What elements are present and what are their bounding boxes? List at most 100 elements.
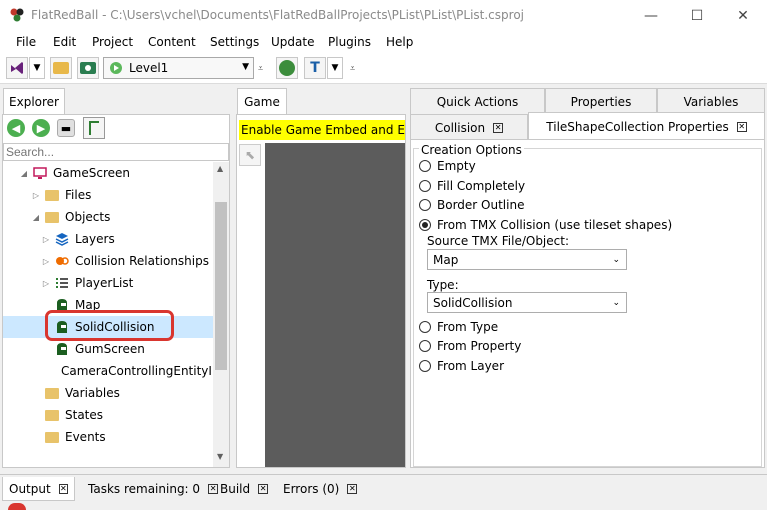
- tab-tileshapecollection-properties[interactable]: TileShapeCollection Properties ✕: [528, 112, 765, 140]
- tab-output[interactable]: Output ✕: [2, 477, 75, 501]
- play-icon: [110, 62, 122, 74]
- tree-item-collision-relationships[interactable]: ▷ Collision Relationships: [3, 250, 211, 272]
- radio-icon[interactable]: [419, 321, 431, 333]
- tree-item-events[interactable]: Events: [3, 426, 211, 448]
- menu-help[interactable]: Help: [386, 35, 413, 49]
- tab-collision[interactable]: Collision ✕: [410, 114, 528, 140]
- tree-item-gamescreen[interactable]: ◢ GameScreen: [3, 162, 211, 184]
- select-cursor-icon[interactable]: ⬉: [239, 144, 261, 166]
- collapse-icon[interactable]: ▬: [57, 119, 75, 137]
- tree-view-icon[interactable]: [83, 117, 105, 139]
- tab-errors[interactable]: Errors (0) ✕: [277, 477, 363, 501]
- tiled-icon[interactable]: T: [304, 57, 326, 79]
- folder-icon: [45, 212, 59, 223]
- type-dropdown[interactable]: SolidCollision ⌄: [427, 292, 627, 313]
- radio-selected-icon[interactable]: [419, 219, 431, 231]
- tree-item-variables[interactable]: Variables: [3, 382, 211, 404]
- tree-item-layers[interactable]: ▷ Layers: [3, 228, 211, 250]
- layers-icon: [55, 233, 69, 246]
- option-from-tmx-collision[interactable]: From TMX Collision (use tileset shapes): [419, 216, 672, 234]
- close-tab-icon[interactable]: ✕: [736, 121, 747, 132]
- scroll-up-icon[interactable]: ▲: [217, 164, 223, 173]
- option-label: Empty: [437, 159, 476, 173]
- tab-collision-label: Collision: [434, 120, 486, 135]
- tab-build[interactable]: Build ✕: [214, 477, 274, 501]
- minimize-button[interactable]: —: [628, 0, 674, 31]
- vs-dropdown-arrow-icon[interactable]: ▼: [29, 57, 45, 79]
- radio-icon[interactable]: [419, 360, 431, 372]
- tab-properties[interactable]: Properties: [545, 88, 657, 114]
- expanded-arrow-icon[interactable]: ◢: [19, 169, 29, 178]
- radio-icon[interactable]: [419, 340, 431, 352]
- tree-item-label: Layers: [75, 232, 115, 246]
- option-label: Fill Completely: [437, 179, 526, 193]
- toolbar-overflow-icon[interactable]: ⩡: [258, 64, 263, 74]
- tree-item-playerlist[interactable]: ▷ PlayerList: [3, 272, 211, 294]
- close-button[interactable]: ✕: [720, 0, 766, 31]
- menu-edit[interactable]: Edit: [53, 35, 76, 49]
- radio-icon[interactable]: [419, 160, 431, 172]
- tree-item-files[interactable]: ▷ Files: [3, 184, 211, 206]
- close-tab-icon[interactable]: ✕: [493, 122, 504, 133]
- tab-game[interactable]: Game: [237, 88, 287, 115]
- tree-item-cameracontrollingentity[interactable]: CameraControllingEntityIn: [3, 360, 211, 382]
- option-from-type[interactable]: From Type: [419, 318, 498, 336]
- game-viewport[interactable]: [265, 143, 405, 467]
- tree-item-gumscreen[interactable]: GumScreen: [3, 338, 211, 360]
- source-dropdown[interactable]: Map ⌄: [427, 249, 627, 270]
- menu-plugins[interactable]: Plugins: [328, 35, 371, 49]
- tiled-dropdown-arrow-icon[interactable]: ▼: [327, 57, 343, 79]
- tab-variables[interactable]: Variables: [657, 88, 765, 114]
- collapsed-arrow-icon[interactable]: ▷: [41, 235, 51, 244]
- open-folder-icon[interactable]: [50, 57, 72, 79]
- tree-item-label: Files: [65, 188, 92, 202]
- collapsed-arrow-icon[interactable]: ▷: [41, 257, 51, 266]
- close-tab-icon[interactable]: ✕: [347, 484, 358, 494]
- tab-tileshape-label: TileShapeCollection Properties: [546, 119, 729, 134]
- option-fill-completely[interactable]: Fill Completely: [419, 177, 525, 195]
- menu-file[interactable]: File: [16, 35, 36, 49]
- scrollbar-thumb[interactable]: [215, 202, 227, 370]
- option-from-property[interactable]: From Property: [419, 337, 521, 355]
- option-border-outline[interactable]: Border Outline: [419, 196, 524, 214]
- forward-icon[interactable]: ▶: [32, 119, 50, 137]
- bottom-divider: [0, 474, 767, 475]
- toolbar-overflow-icon-2[interactable]: ⩡: [350, 64, 355, 74]
- tree-item-objects[interactable]: ◢ Objects: [3, 206, 211, 228]
- close-tab-icon[interactable]: ✕: [258, 484, 269, 494]
- radio-icon[interactable]: [419, 180, 431, 192]
- maximize-button[interactable]: ☐: [674, 0, 720, 31]
- visual-studio-icon[interactable]: [6, 57, 28, 79]
- radio-icon[interactable]: [419, 199, 431, 211]
- menu-project[interactable]: Project: [92, 35, 133, 49]
- menu-settings[interactable]: Settings: [210, 35, 259, 49]
- window-title: FlatRedBall - C:\Users\vchel\Documents\F…: [31, 8, 524, 22]
- tree-item-label: Collision Relationships: [75, 254, 209, 268]
- scroll-down-icon[interactable]: ▼: [217, 452, 223, 461]
- tab-tasks[interactable]: Tasks remaining: 0 ✕: [82, 477, 224, 501]
- close-tab-icon[interactable]: ✕: [58, 483, 68, 494]
- tree-item-states[interactable]: States: [3, 404, 211, 426]
- chevron-down-icon: ▼: [242, 62, 249, 72]
- chevron-down-icon: ⌄: [612, 297, 620, 308]
- back-icon[interactable]: ◀: [7, 119, 25, 137]
- gum-icon[interactable]: [276, 57, 298, 79]
- option-label: From TMX Collision (use tileset shapes): [437, 218, 673, 232]
- tree-scrollbar[interactable]: ▲ ▼: [213, 162, 229, 467]
- menu-update[interactable]: Update: [271, 35, 314, 49]
- embed-banner[interactable]: Enable Game Embed and Edit in: [239, 120, 405, 140]
- collapsed-arrow-icon[interactable]: ▷: [41, 279, 51, 288]
- option-from-layer[interactable]: From Layer: [419, 357, 504, 375]
- tab-quick-actions[interactable]: Quick Actions: [410, 88, 545, 114]
- tree-item-label: GameScreen: [53, 166, 130, 180]
- object-icon: [57, 343, 67, 355]
- expanded-arrow-icon[interactable]: ◢: [31, 213, 41, 222]
- option-empty[interactable]: Empty: [419, 157, 476, 175]
- search-input[interactable]: [3, 143, 229, 161]
- chevron-down-icon: ⌄: [612, 254, 620, 265]
- tab-explorer[interactable]: Explorer: [3, 88, 65, 115]
- screen-combo[interactable]: Level1 ▼: [103, 57, 254, 79]
- collapsed-arrow-icon[interactable]: ▷: [31, 191, 41, 200]
- menu-content[interactable]: Content: [148, 35, 196, 49]
- camera-icon[interactable]: [77, 57, 99, 79]
